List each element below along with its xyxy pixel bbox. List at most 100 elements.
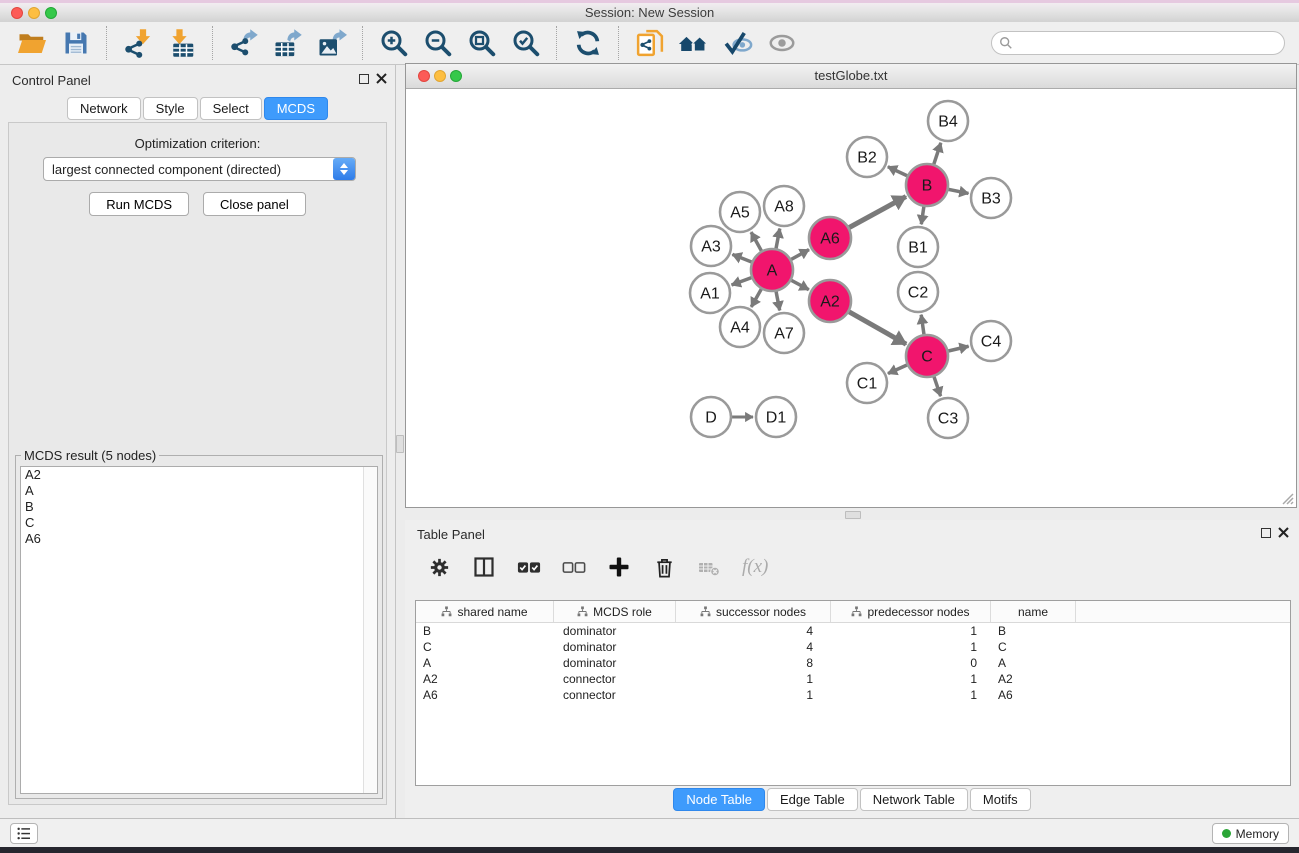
table-cell: C (416, 639, 554, 655)
mcds-panel: Optimization criterion: largest connecte… (8, 122, 387, 805)
tab-node-table[interactable]: Node Table (673, 788, 765, 811)
table-close-panel-icon[interactable] (1278, 527, 1289, 538)
tab-network[interactable]: Network (67, 97, 141, 120)
graph-node-label: B4 (938, 114, 958, 131)
resize-grip-icon[interactable] (1280, 491, 1294, 505)
zoom-out-icon[interactable] (420, 25, 456, 61)
deselect-all-icon[interactable] (560, 553, 588, 581)
task-history-button[interactable] (10, 823, 38, 844)
mcds-result-item[interactable]: A6 (21, 531, 377, 547)
search-input[interactable] (1013, 33, 1284, 53)
graph-node-A7[interactable]: A7 (764, 313, 804, 353)
import-network-icon[interactable] (120, 25, 156, 61)
table-row[interactable]: Bdominator41B (416, 623, 1290, 639)
open-session-icon[interactable] (14, 25, 50, 61)
graph-node-A6[interactable]: A6 (809, 217, 851, 259)
export-network-icon[interactable] (226, 25, 262, 61)
graph-node-A2[interactable]: A2 (809, 280, 851, 322)
zoom-selected-icon[interactable] (508, 25, 544, 61)
graph-node-label: B3 (981, 191, 1001, 208)
table-row[interactable]: A2connector11A2 (416, 671, 1290, 687)
graph-node-C[interactable]: C (906, 335, 948, 377)
graph-node-label: B2 (857, 150, 877, 167)
tab-style[interactable]: Style (143, 97, 198, 120)
mcds-result-item[interactable]: A (21, 483, 377, 499)
graph-node-C4[interactable]: C4 (971, 321, 1011, 361)
column-header-successor-nodes[interactable]: successor nodes (676, 601, 831, 622)
table-row[interactable]: A6connector11A6 (416, 687, 1290, 703)
tab-network-table[interactable]: Network Table (860, 788, 968, 811)
tab-motifs[interactable]: Motifs (970, 788, 1031, 811)
table-float-panel-icon[interactable] (1261, 528, 1271, 538)
delete-row-icon[interactable] (650, 553, 678, 581)
table-cell: dominator (554, 639, 676, 655)
close-window-button[interactable] (11, 7, 23, 19)
zoom-window-button[interactable] (45, 7, 57, 19)
table-row[interactable]: Adominator80A (416, 655, 1290, 671)
graph-node-D[interactable]: D (691, 397, 731, 437)
tab-mcds[interactable]: MCDS (264, 97, 328, 120)
table-cell: B (416, 623, 554, 639)
column-header-name[interactable]: name (991, 601, 1076, 622)
import-table-icon[interactable] (164, 25, 200, 61)
memory-button[interactable]: Memory (1212, 823, 1289, 844)
export-table-icon[interactable] (270, 25, 306, 61)
column-header-shared-name[interactable]: shared name (416, 601, 554, 622)
graph-node-B3[interactable]: B3 (971, 178, 1011, 218)
close-panel-button[interactable]: Close panel (203, 192, 306, 216)
graphics-details-icon[interactable] (720, 25, 756, 61)
zoom-in-icon[interactable] (376, 25, 412, 61)
graph-node-B4[interactable]: B4 (928, 101, 968, 141)
graph-node-B1[interactable]: B1 (898, 227, 938, 267)
graph-node-B[interactable]: B (906, 164, 948, 206)
run-mcds-button[interactable]: Run MCDS (89, 192, 189, 216)
horizontal-divider-handle[interactable] (845, 511, 861, 519)
graph-node-label: C1 (857, 376, 878, 393)
network-close-button[interactable] (418, 70, 430, 82)
graph-node-D1[interactable]: D1 (756, 397, 796, 437)
add-row-icon[interactable] (605, 553, 633, 581)
column-header-predecessor-nodes[interactable]: predecessor nodes (831, 601, 991, 622)
graph-node-A3[interactable]: A3 (691, 226, 731, 266)
settings-gear-icon[interactable] (425, 553, 453, 581)
graph-node-A4[interactable]: A4 (720, 307, 760, 347)
mcds-result-item[interactable]: C (21, 515, 377, 531)
close-panel-icon[interactable] (376, 73, 387, 84)
graph-node-C2[interactable]: C2 (898, 272, 938, 312)
network-zoom-button[interactable] (450, 70, 462, 82)
export-image-icon[interactable] (314, 25, 350, 61)
mcds-result-item[interactable]: B (21, 499, 377, 515)
home-icon[interactable] (676, 25, 712, 61)
result-scrollbar[interactable] (363, 467, 377, 793)
column-header-mcds-role[interactable]: MCDS role (554, 601, 676, 622)
clone-network-icon[interactable] (632, 25, 668, 61)
tab-select[interactable]: Select (200, 97, 262, 120)
network-minimize-button[interactable] (434, 70, 446, 82)
save-session-icon[interactable] (58, 25, 94, 61)
graph-node-A8[interactable]: A8 (764, 186, 804, 226)
refresh-icon[interactable] (570, 25, 606, 61)
function-builder-icon[interactable]: f(x) (740, 553, 770, 581)
clear-table-icon[interactable] (695, 553, 723, 581)
graph-node-C1[interactable]: C1 (847, 363, 887, 403)
table-row[interactable]: Cdominator41C (416, 639, 1290, 655)
toggle-column-icon[interactable] (470, 553, 498, 581)
graph-node-A1[interactable]: A1 (690, 273, 730, 313)
graph-node-A[interactable]: A (751, 249, 793, 291)
tab-edge-table[interactable]: Edge Table (767, 788, 858, 811)
graph-node-A5[interactable]: A5 (720, 192, 760, 232)
graph-node-C3[interactable]: C3 (928, 398, 968, 438)
table-cell: A6 (416, 687, 554, 703)
network-canvas[interactable]: B4 B2 B B3 A8A5 A6 A3 B1 A C2 A1 A2 A4A7 C4 C C1 D D1 C3 (406, 89, 1296, 507)
criterion-dropdown[interactable]: largest connected component (directed) (43, 157, 356, 181)
float-panel-icon[interactable] (359, 74, 369, 84)
vertical-divider-handle[interactable] (396, 435, 404, 453)
zoom-fit-icon[interactable] (464, 25, 500, 61)
network-window-title: testGlobe.txt (406, 64, 1296, 88)
graph-node-B2[interactable]: B2 (847, 137, 887, 177)
table-cell: A2 (991, 671, 1076, 687)
mcds-result-item[interactable]: A2 (21, 467, 377, 483)
select-all-icon[interactable] (515, 553, 543, 581)
bird-eye-icon[interactable] (764, 25, 800, 61)
minimize-window-button[interactable] (28, 7, 40, 19)
